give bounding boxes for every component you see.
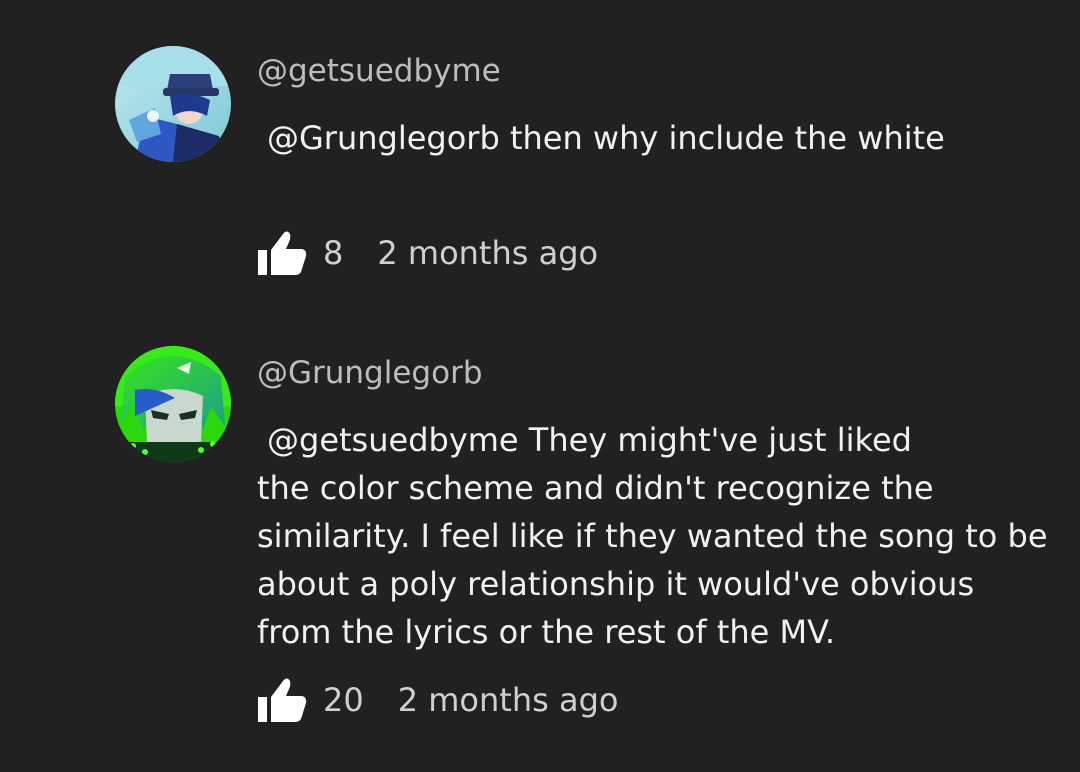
mention-link[interactable]: @getsuedbyme (267, 421, 519, 459)
comment-thread-item: @Grunglegorb @getsuedbyme They might've … (0, 320, 1080, 772)
mention-link[interactable]: @Grunglegorb (267, 119, 500, 157)
avatar[interactable] (115, 46, 231, 162)
thumbs-up-icon[interactable] (257, 677, 307, 723)
comment-timestamp[interactable]: 2 months ago (377, 237, 598, 269)
comment-actions: 20 2 months ago (257, 675, 618, 725)
comment-thread-item: @getsuedbyme @Grunglegorb then why inclu… (0, 0, 1080, 320)
like-count: 8 (323, 234, 344, 272)
comment-text: @getsuedbyme They might've just liked th… (257, 416, 1057, 656)
avatar-image (115, 46, 231, 162)
comment-author[interactable]: @Grunglegorb (257, 358, 483, 389)
comment-timestamp[interactable]: 2 months ago (398, 684, 619, 716)
avatar[interactable] (115, 346, 231, 462)
comment-text-body: then why include the white (499, 119, 945, 157)
comment-actions: 8 2 months ago (257, 228, 598, 278)
avatar-image (115, 346, 231, 462)
comment-text-body: They might've just liked (518, 421, 912, 459)
comment-text: @Grunglegorb then why include the white (257, 114, 1057, 162)
comment-author[interactable]: @getsuedbyme (257, 56, 501, 87)
like-count: 20 (323, 681, 364, 719)
comment-text-continued: the color scheme and didn't recognize th… (257, 469, 1048, 651)
thumbs-up-icon[interactable] (257, 230, 307, 276)
